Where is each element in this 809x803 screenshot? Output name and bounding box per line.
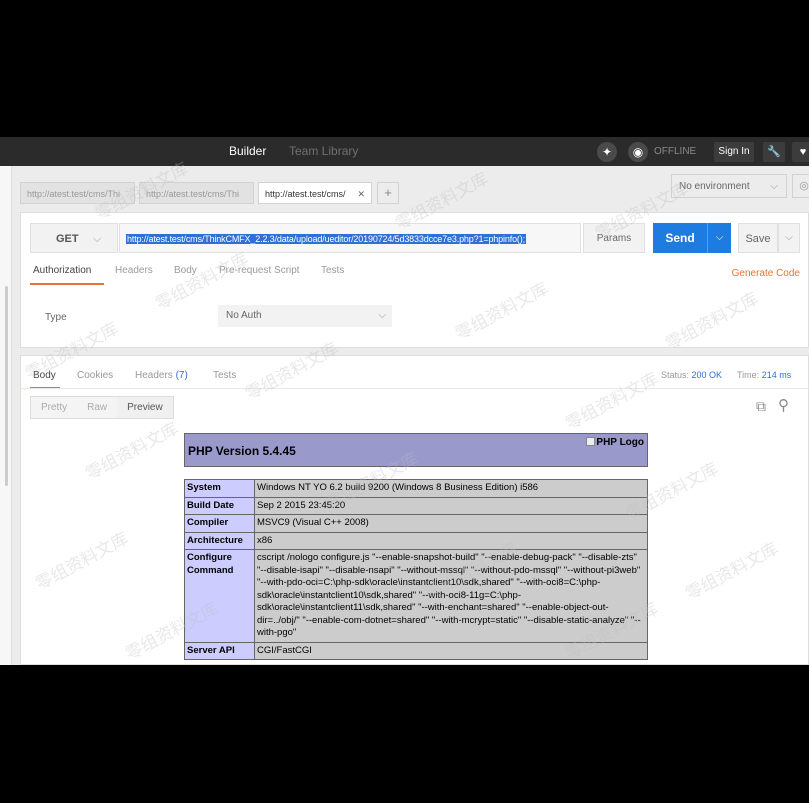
row-key: Compiler [184,514,255,533]
close-icon[interactable]: ✕ [357,183,365,203]
row-key: System [184,479,255,498]
tab-pre-request-script[interactable]: Pre-request Script [219,265,300,283]
row-value: cscript /nologo configure.js "--enable-s… [254,549,648,643]
response-headers-label: Headers [135,370,173,381]
row-key: Server API [184,641,255,660]
heart-icon[interactable]: ♥ [792,142,809,162]
active-tab-indicator [30,283,104,285]
row-key: Architecture [184,531,255,550]
table-row: Server API CGI/FastCGI [184,641,648,660]
request-tab-active[interactable]: http://atest.test/cms/ ✕ [258,182,372,204]
request-tab-label: http://atest.test/cms/ [265,189,346,199]
add-tab-button[interactable]: + [377,182,399,204]
auth-type-select[interactable]: No Auth ⌵ [218,305,392,327]
view-pretty-button[interactable]: Pretty [31,397,77,418]
row-key: Configure Command [184,549,255,643]
builder-tab[interactable]: Builder [229,137,266,166]
method-select[interactable]: GET ⌵ [30,223,118,253]
view-mode-group: Pretty Raw Preview [30,396,174,419]
sidebar-collapsed [0,166,12,665]
view-preview-button[interactable]: Preview [117,397,173,418]
auth-type-label: Type [45,312,67,323]
divider [21,388,809,389]
table-row: Build Date Sep 2 2015 23:45:20 [184,496,648,515]
response-headers-count: (7) [175,370,188,381]
phpinfo-preview: PHP Version 5.4.45 PHP Logo System Window… [184,433,648,660]
tab-authorization[interactable]: Authorization [33,265,91,283]
send-button[interactable]: Send [653,223,707,253]
chevron-down-icon: ⌵ [770,181,778,192]
save-options-chevron-icon[interactable]: ⌵ [778,223,800,253]
method-value: GET [56,233,79,245]
postman-window: Builder Team Library ✦ ◉ OFFLINE Sign In… [0,137,809,665]
row-value: Sep 2 2015 23:45:20 [254,496,648,515]
chevron-down-icon: ⌵ [93,233,102,245]
url-text: http://atest.test/cms/ThinkCMFX_2.2.3/da… [126,234,526,244]
auth-type-value: No Auth [226,310,262,321]
save-button[interactable]: Save [738,223,778,253]
php-version-title: PHP Version 5.4.45 [188,444,296,458]
sync-icon[interactable]: ✦ [597,142,617,162]
eye-icon[interactable]: ◎ [792,174,809,198]
request-panel: GET ⌵ http://atest.test/cms/ThinkCMFX_2.2… [20,212,809,348]
time-info: Time: 214 ms [737,370,791,380]
tab-headers[interactable]: Headers [115,265,153,283]
sign-in-button[interactable]: Sign In [714,142,754,162]
environment-select[interactable]: No environment ⌵ [671,174,787,198]
request-tab[interactable]: http://atest.test/cms/Thi [139,182,254,204]
time-label: Time: [737,370,760,380]
send-options-chevron-icon[interactable]: ⌵ [707,223,731,253]
phpinfo-table: System Windows NT YO 6.2 build 9200 (Wind… [184,479,648,660]
copy-icon[interactable]: ⧉ [756,398,770,414]
request-tab[interactable]: http://atest.test/cms/Thi [20,182,135,204]
table-row: Configure Command cscript /nologo configu… [184,549,648,643]
table-row: Compiler MSVC9 (Visual C++ 2008) [184,514,648,533]
php-logo-broken-image: PHP Logo [586,437,644,448]
row-value: CGI/FastCGI [254,641,648,660]
params-button[interactable]: Params [583,223,645,253]
row-value: x86 [254,531,648,550]
tab-response-cookies[interactable]: Cookies [77,370,113,381]
search-icon[interactable]: ⚲ [778,396,794,414]
tab-body[interactable]: Body [174,265,197,283]
tab-response-tests[interactable]: Tests [213,370,236,381]
table-row: Architecture x86 [184,531,648,550]
generate-code-link[interactable]: Generate Code [732,268,800,279]
url-input[interactable]: http://atest.test/cms/ThinkCMFX_2.2.3/da… [119,223,581,253]
tab-response-headers[interactable]: Headers (7) [135,370,188,381]
table-row: System Windows NT YO 6.2 build 9200 (Wind… [184,479,648,498]
status-value: 200 OK [691,370,723,380]
tab-response-body[interactable]: Body [33,370,56,381]
php-logo-alt: PHP Logo [596,437,644,448]
row-key: Build Date [184,496,255,515]
phpinfo-header: PHP Version 5.4.45 PHP Logo [184,433,648,467]
sidebar-scrollbar[interactable] [5,286,8,486]
status-label: Status: [661,370,690,380]
time-value: 214 ms [761,370,792,380]
settings-wrench-icon[interactable]: 🔧 [763,142,785,162]
chevron-down-icon: ⌵ [378,310,386,321]
broken-image-icon [586,437,596,446]
top-bar: Builder Team Library ✦ ◉ OFFLINE Sign In… [0,137,809,166]
offline-label: OFFLINE [654,146,697,157]
row-value: MSVC9 (Visual C++ 2008) [254,514,648,533]
team-library-tab[interactable]: Team Library [289,137,358,166]
row-value: Windows NT YO 6.2 build 9200 (Windows 8 … [254,479,648,498]
environment-value: No environment [679,181,750,192]
tab-tests[interactable]: Tests [321,265,344,283]
offline-icon[interactable]: ◉ [628,142,648,162]
response-panel: Body Cookies Headers (7) Tests Status: 2… [20,355,809,665]
view-raw-button[interactable]: Raw [77,397,117,418]
status-info: Status: 200 OK [661,370,722,380]
